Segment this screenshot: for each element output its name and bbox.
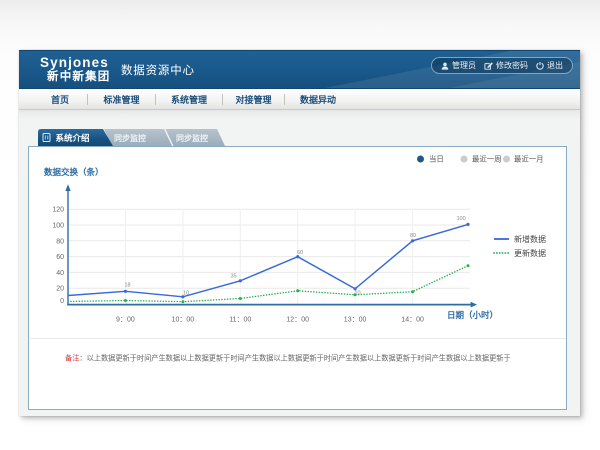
svg-text:数据交换（条）: 数据交换（条） (44, 167, 104, 177)
svg-text:11：00: 11：00 (229, 316, 251, 323)
svg-text:14：00: 14：00 (401, 316, 424, 323)
svg-text:10: 10 (355, 291, 361, 297)
svg-text:10：00: 10：00 (172, 316, 195, 323)
svg-text:12：00: 12：00 (286, 316, 309, 323)
svg-text:80: 80 (410, 233, 416, 239)
svg-text:60: 60 (56, 254, 64, 261)
svg-text:60: 60 (297, 250, 303, 256)
svg-text:日期（小时）: 日期（小时） (447, 310, 498, 320)
svg-text:同步监控: 同步监控 (176, 133, 208, 143)
svg-text:9：00: 9：00 (116, 316, 135, 323)
svg-text:18: 18 (125, 283, 131, 289)
svg-text:20: 20 (56, 286, 64, 293)
svg-text:新增数据: 新增数据 (514, 234, 546, 244)
svg-text:0: 0 (60, 298, 64, 305)
svg-text:最近一月: 最近一月 (514, 155, 544, 164)
svg-text:备注：以上数据更新于时间产生数据以上数据更新于时间产生数据以: 备注：以上数据更新于时间产生数据以上数据更新于时间产生数据以上数据更新于时间产生… (65, 354, 511, 363)
svg-text:同步监控: 同步监控 (114, 133, 146, 143)
svg-text:35: 35 (231, 274, 237, 280)
svg-text:120: 120 (52, 207, 64, 214)
svg-text:最近一周: 最近一周 (472, 155, 502, 164)
svg-text:13：00: 13：00 (344, 316, 367, 323)
svg-text:80: 80 (56, 238, 64, 245)
svg-text:当日: 当日 (429, 155, 444, 164)
svg-text:40: 40 (56, 270, 64, 277)
svg-text:系统介绍: 系统介绍 (55, 133, 90, 143)
svg-text:100: 100 (52, 223, 64, 230)
svg-text:100: 100 (457, 216, 466, 222)
svg-text:更新数据: 更新数据 (514, 248, 546, 258)
svg-text:10: 10 (183, 291, 189, 297)
